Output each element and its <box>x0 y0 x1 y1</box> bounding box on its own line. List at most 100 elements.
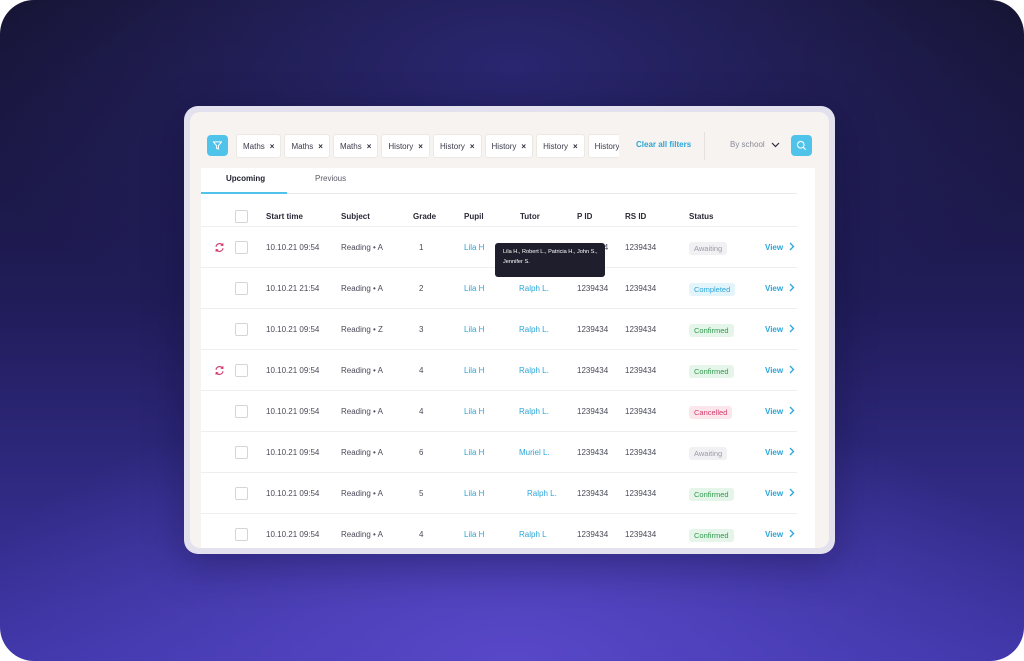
view-label: View <box>765 489 784 498</box>
clear-all-filters-link[interactable]: Clear all filters <box>636 140 691 149</box>
view-button[interactable]: View <box>765 406 795 417</box>
pupil-link[interactable]: Lila H <box>464 284 484 293</box>
search-button[interactable] <box>791 135 812 156</box>
remove-filter-icon[interactable]: × <box>418 142 423 151</box>
filter-chip-label: Maths <box>339 141 362 151</box>
pupil-link[interactable]: Lila H <box>464 325 484 334</box>
tutor-link[interactable]: Ralph L. <box>519 407 549 416</box>
row-checkbox[interactable] <box>235 528 248 541</box>
grade-cell: 6 <box>419 448 424 457</box>
tutor-link[interactable]: Muriel L. <box>519 448 550 457</box>
row-divider <box>201 431 797 432</box>
remove-filter-icon[interactable]: × <box>367 142 372 151</box>
pupil-link[interactable]: Lila H <box>464 366 484 375</box>
filter-chip[interactable]: History× <box>536 134 585 158</box>
tutor-link[interactable]: Ralph L. <box>519 366 549 375</box>
status-badge: Completed <box>689 283 736 296</box>
row-checkbox[interactable] <box>235 405 248 418</box>
chevron-right-icon <box>783 447 795 458</box>
view-button[interactable]: View <box>765 324 795 335</box>
sessions-table-card: Upcoming Previous Start time Subject Gra… <box>201 168 815 548</box>
remove-filter-icon[interactable]: × <box>573 142 578 151</box>
tab-previous[interactable]: Previous <box>315 174 346 183</box>
pupil-link[interactable]: Lila H <box>464 448 484 457</box>
filter-button[interactable] <box>207 135 228 156</box>
status-badge: Confirmed <box>689 324 734 337</box>
row-checkbox[interactable] <box>235 282 248 295</box>
subject-cell: Reading • A <box>341 284 383 293</box>
filter-icon <box>212 141 223 150</box>
row-checkbox[interactable] <box>235 241 248 254</box>
tutor-link[interactable]: Ralph L. <box>519 284 549 293</box>
subject-cell: Reading • Z <box>341 325 383 334</box>
grade-cell: 4 <box>419 407 424 416</box>
background: Maths × Maths × Maths × History × History × Histor… <box>0 0 1024 661</box>
rsid-cell: 1239434 <box>625 530 657 539</box>
status-badge: Cancelled <box>689 406 733 419</box>
chevron-down-icon <box>771 142 780 147</box>
filter-chip[interactable]: History× <box>587 134 619 158</box>
search-icon <box>796 140 807 151</box>
filter-chip-label: History <box>491 141 517 151</box>
filter-chip[interactable]: Maths × <box>332 134 379 158</box>
rsid-cell: 1239434 <box>625 284 657 293</box>
select-all-checkbox[interactable] <box>235 210 248 223</box>
rsid-cell: 1239434 <box>625 243 657 252</box>
table-row: 10.10.21 09:54 Reading • A 5 Lila H Ralph L.… <box>201 472 797 513</box>
remove-filter-icon[interactable]: × <box>270 142 275 151</box>
rsid-cell: 1239434 <box>625 448 657 457</box>
pupil-link[interactable]: Lila H <box>464 530 484 539</box>
pupil-link[interactable]: Lila H <box>464 489 484 498</box>
start-time-cell: 10.10.21 09:54 <box>266 448 320 457</box>
chevron-right-icon <box>783 365 795 376</box>
subject-cell: Reading • A <box>341 489 383 498</box>
remove-filter-icon[interactable]: × <box>521 142 526 151</box>
filter-chip[interactable]: Maths × <box>284 134 330 158</box>
table-row: 10.10.21 09:54 Reading • Z 3 Lila H Ralph L.… <box>201 308 797 349</box>
view-button[interactable]: View <box>765 365 795 376</box>
filter-chip[interactable]: Maths × <box>236 134 282 158</box>
header-status: Status <box>689 212 714 221</box>
filter-chip-label: Maths <box>291 141 314 151</box>
filter-chip[interactable]: History × <box>484 134 534 158</box>
rsid-cell: 1239434 <box>625 325 657 334</box>
remove-filter-icon[interactable]: × <box>318 142 323 151</box>
start-time-cell: 10.10.21 09:54 <box>266 530 320 539</box>
school-select[interactable]: By school <box>730 140 780 149</box>
row-checkbox[interactable] <box>235 364 248 377</box>
filter-chip-label: History <box>594 141 619 151</box>
header-rsid: RS ID <box>625 212 647 221</box>
view-button[interactable]: View <box>765 529 795 540</box>
pupil-link[interactable]: Lila H <box>464 407 484 416</box>
view-button[interactable]: View <box>765 242 795 253</box>
tutor-link[interactable]: Ralph L <box>519 530 547 539</box>
view-button[interactable]: View <box>765 447 795 458</box>
view-label: View <box>765 407 784 416</box>
start-time-cell: 10.10.21 09:54 <box>266 325 320 334</box>
school-select-label: By school <box>730 140 765 149</box>
grade-cell: 2 <box>419 284 424 293</box>
remove-filter-icon[interactable]: × <box>470 142 475 151</box>
filter-chip[interactable]: History× <box>381 134 430 158</box>
view-label: View <box>765 325 784 334</box>
row-checkbox[interactable] <box>235 487 248 500</box>
view-button[interactable]: View <box>765 283 795 294</box>
tutor-link[interactable]: Ralph L. <box>527 489 557 498</box>
table-row: 10.10.21 09:54 Reading • A 4 Lila H Ralph L.… <box>201 349 797 390</box>
start-time-cell: 10.10.21 09:54 <box>266 407 320 416</box>
row-checkbox[interactable] <box>235 446 248 459</box>
header-pid: P ID <box>577 212 593 221</box>
row-divider <box>201 308 797 309</box>
row-checkbox[interactable] <box>235 323 248 336</box>
tabs: Upcoming Previous <box>201 168 815 194</box>
pupil-link[interactable]: Lila H <box>464 243 484 252</box>
tutor-link[interactable]: Ralph L. <box>519 325 549 334</box>
view-button[interactable]: View <box>765 488 795 499</box>
sync-icon[interactable] <box>214 363 225 375</box>
sessions-panel: Maths × Maths × Maths × History × History × Histor… <box>190 112 829 548</box>
pid-cell: 1239434 <box>577 366 609 375</box>
filter-chip[interactable]: History× <box>432 134 482 158</box>
start-time-cell: 10.10.21 21:54 <box>266 284 320 293</box>
tab-upcoming[interactable]: Upcoming <box>226 174 265 183</box>
sync-icon[interactable] <box>214 240 225 252</box>
